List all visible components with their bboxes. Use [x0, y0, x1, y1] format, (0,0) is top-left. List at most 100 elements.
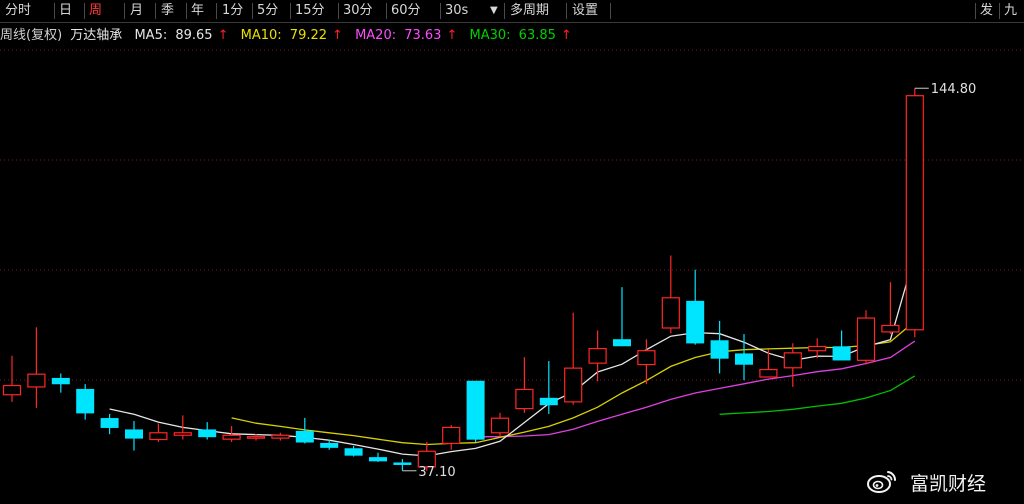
candle-body	[27, 373, 46, 388]
toolbar-divider	[999, 3, 1000, 19]
candle-body	[808, 345, 827, 352]
candle	[735, 334, 753, 381]
candle	[539, 361, 558, 414]
high-price-label: 144.80	[931, 82, 977, 97]
candle	[2, 355, 22, 402]
candle	[173, 415, 192, 440]
candle-body	[149, 432, 168, 441]
indicator-info-bar: 周线(复权) 万达轴承 MA5: 89.65 ↑ MA10: 79.22 ↑ MA2…	[0, 27, 1024, 45]
ma30-line	[719, 375, 916, 415]
toolbar-right-button-1[interactable]: 发	[977, 2, 999, 20]
candle-body	[344, 448, 363, 456]
tab-quarterly[interactable]: 季	[158, 2, 186, 20]
ma20-label: MA20:	[355, 28, 397, 43]
candle	[490, 412, 510, 437]
candle-body	[295, 430, 314, 443]
candle-body	[100, 418, 119, 428]
toolbar-divider	[186, 3, 187, 19]
toolbar-divider	[124, 3, 125, 19]
candle	[588, 330, 607, 382]
candle-body	[76, 388, 95, 414]
chevron-down-icon: ▼	[490, 5, 498, 16]
up-arrow-icon: ↑	[217, 28, 229, 43]
ma30-readout: MA30: 63.85 ↑	[470, 28, 576, 43]
low-price-label: 37.10	[418, 465, 455, 480]
tab-60min[interactable]: 60分	[388, 2, 432, 20]
candle	[832, 330, 851, 361]
toolbar-divider	[216, 3, 217, 19]
ma10-readout: MA10: 79.22 ↑	[241, 28, 347, 43]
candle	[271, 432, 290, 441]
candle	[466, 380, 485, 443]
kline-chart[interactable]: 144.80 37.10	[0, 0, 1024, 504]
toolbar-divider	[610, 3, 611, 19]
candle-body	[783, 352, 802, 369]
toolbar-right-button-2[interactable]: 九	[1001, 2, 1023, 20]
candle	[149, 423, 168, 443]
ma30-value: 63.85	[518, 28, 556, 43]
weibo-icon	[866, 468, 898, 501]
candle-body	[564, 367, 583, 403]
ma10-value: 79.22	[289, 28, 328, 43]
toolbar-divider	[566, 3, 567, 19]
settings-button[interactable]: 设置	[569, 2, 609, 20]
price-annotations: 144.80 37.10	[402, 82, 976, 480]
toolbar-divider	[386, 3, 387, 19]
tab-5min[interactable]: 5分	[254, 2, 287, 20]
candle-body	[393, 462, 412, 465]
watermark-text: 富凯财经	[910, 473, 987, 495]
candle	[198, 422, 217, 440]
interval-dropdown-value: 30s	[445, 3, 469, 18]
candle	[442, 424, 461, 450]
tab-30min[interactable]: 30分	[340, 2, 384, 20]
candle-body	[442, 426, 461, 445]
candle	[783, 343, 802, 387]
tab-intraday[interactable]: 分时	[2, 2, 54, 20]
stock-name: 万达轴承	[70, 28, 123, 43]
candle	[369, 452, 387, 462]
interval-dropdown[interactable]: 30s ▼	[442, 2, 502, 20]
toolbar-divider	[504, 3, 505, 19]
tab-weekly[interactable]: 周	[86, 2, 115, 20]
tab-monthly[interactable]: 月	[127, 2, 155, 20]
candle-body	[613, 339, 631, 347]
toolbar-divider	[338, 3, 339, 19]
candle	[344, 445, 363, 457]
toolbar-divider	[155, 3, 156, 19]
candle	[661, 255, 680, 334]
candle-body	[832, 346, 851, 361]
candle-body	[320, 442, 339, 448]
candle-body	[759, 368, 778, 378]
candle	[881, 282, 900, 335]
candle-body	[2, 384, 22, 396]
toolbar-divider	[975, 3, 976, 19]
candle	[515, 357, 534, 413]
candle	[613, 287, 631, 347]
tab-yearly[interactable]: 年	[188, 2, 216, 20]
candle-body	[905, 95, 924, 331]
tab-15min[interactable]: 15分	[292, 2, 336, 20]
candle	[393, 459, 412, 471]
candle-body	[515, 388, 534, 410]
candle-body	[125, 429, 143, 439]
candle	[856, 310, 876, 365]
toolbar-divider	[290, 3, 291, 19]
candle-body	[222, 434, 241, 440]
period-label: 周线(复权)	[0, 28, 63, 43]
candle-body	[710, 340, 729, 359]
candle-body	[173, 432, 192, 436]
candle-body	[661, 297, 680, 329]
candle-body	[539, 397, 558, 406]
candle-body	[881, 324, 900, 333]
ma5-value: 89.65	[175, 28, 213, 43]
candle-body	[735, 353, 753, 365]
tab-multi-period[interactable]: 多周期	[507, 2, 565, 20]
tab-1min[interactable]: 1分	[219, 2, 252, 20]
up-arrow-icon: ↑	[446, 28, 458, 43]
candle	[125, 421, 143, 451]
candle	[27, 327, 46, 408]
candle-body	[856, 317, 876, 361]
candle-body	[490, 417, 510, 434]
candle	[710, 320, 729, 374]
tab-daily[interactable]: 日	[56, 2, 84, 20]
